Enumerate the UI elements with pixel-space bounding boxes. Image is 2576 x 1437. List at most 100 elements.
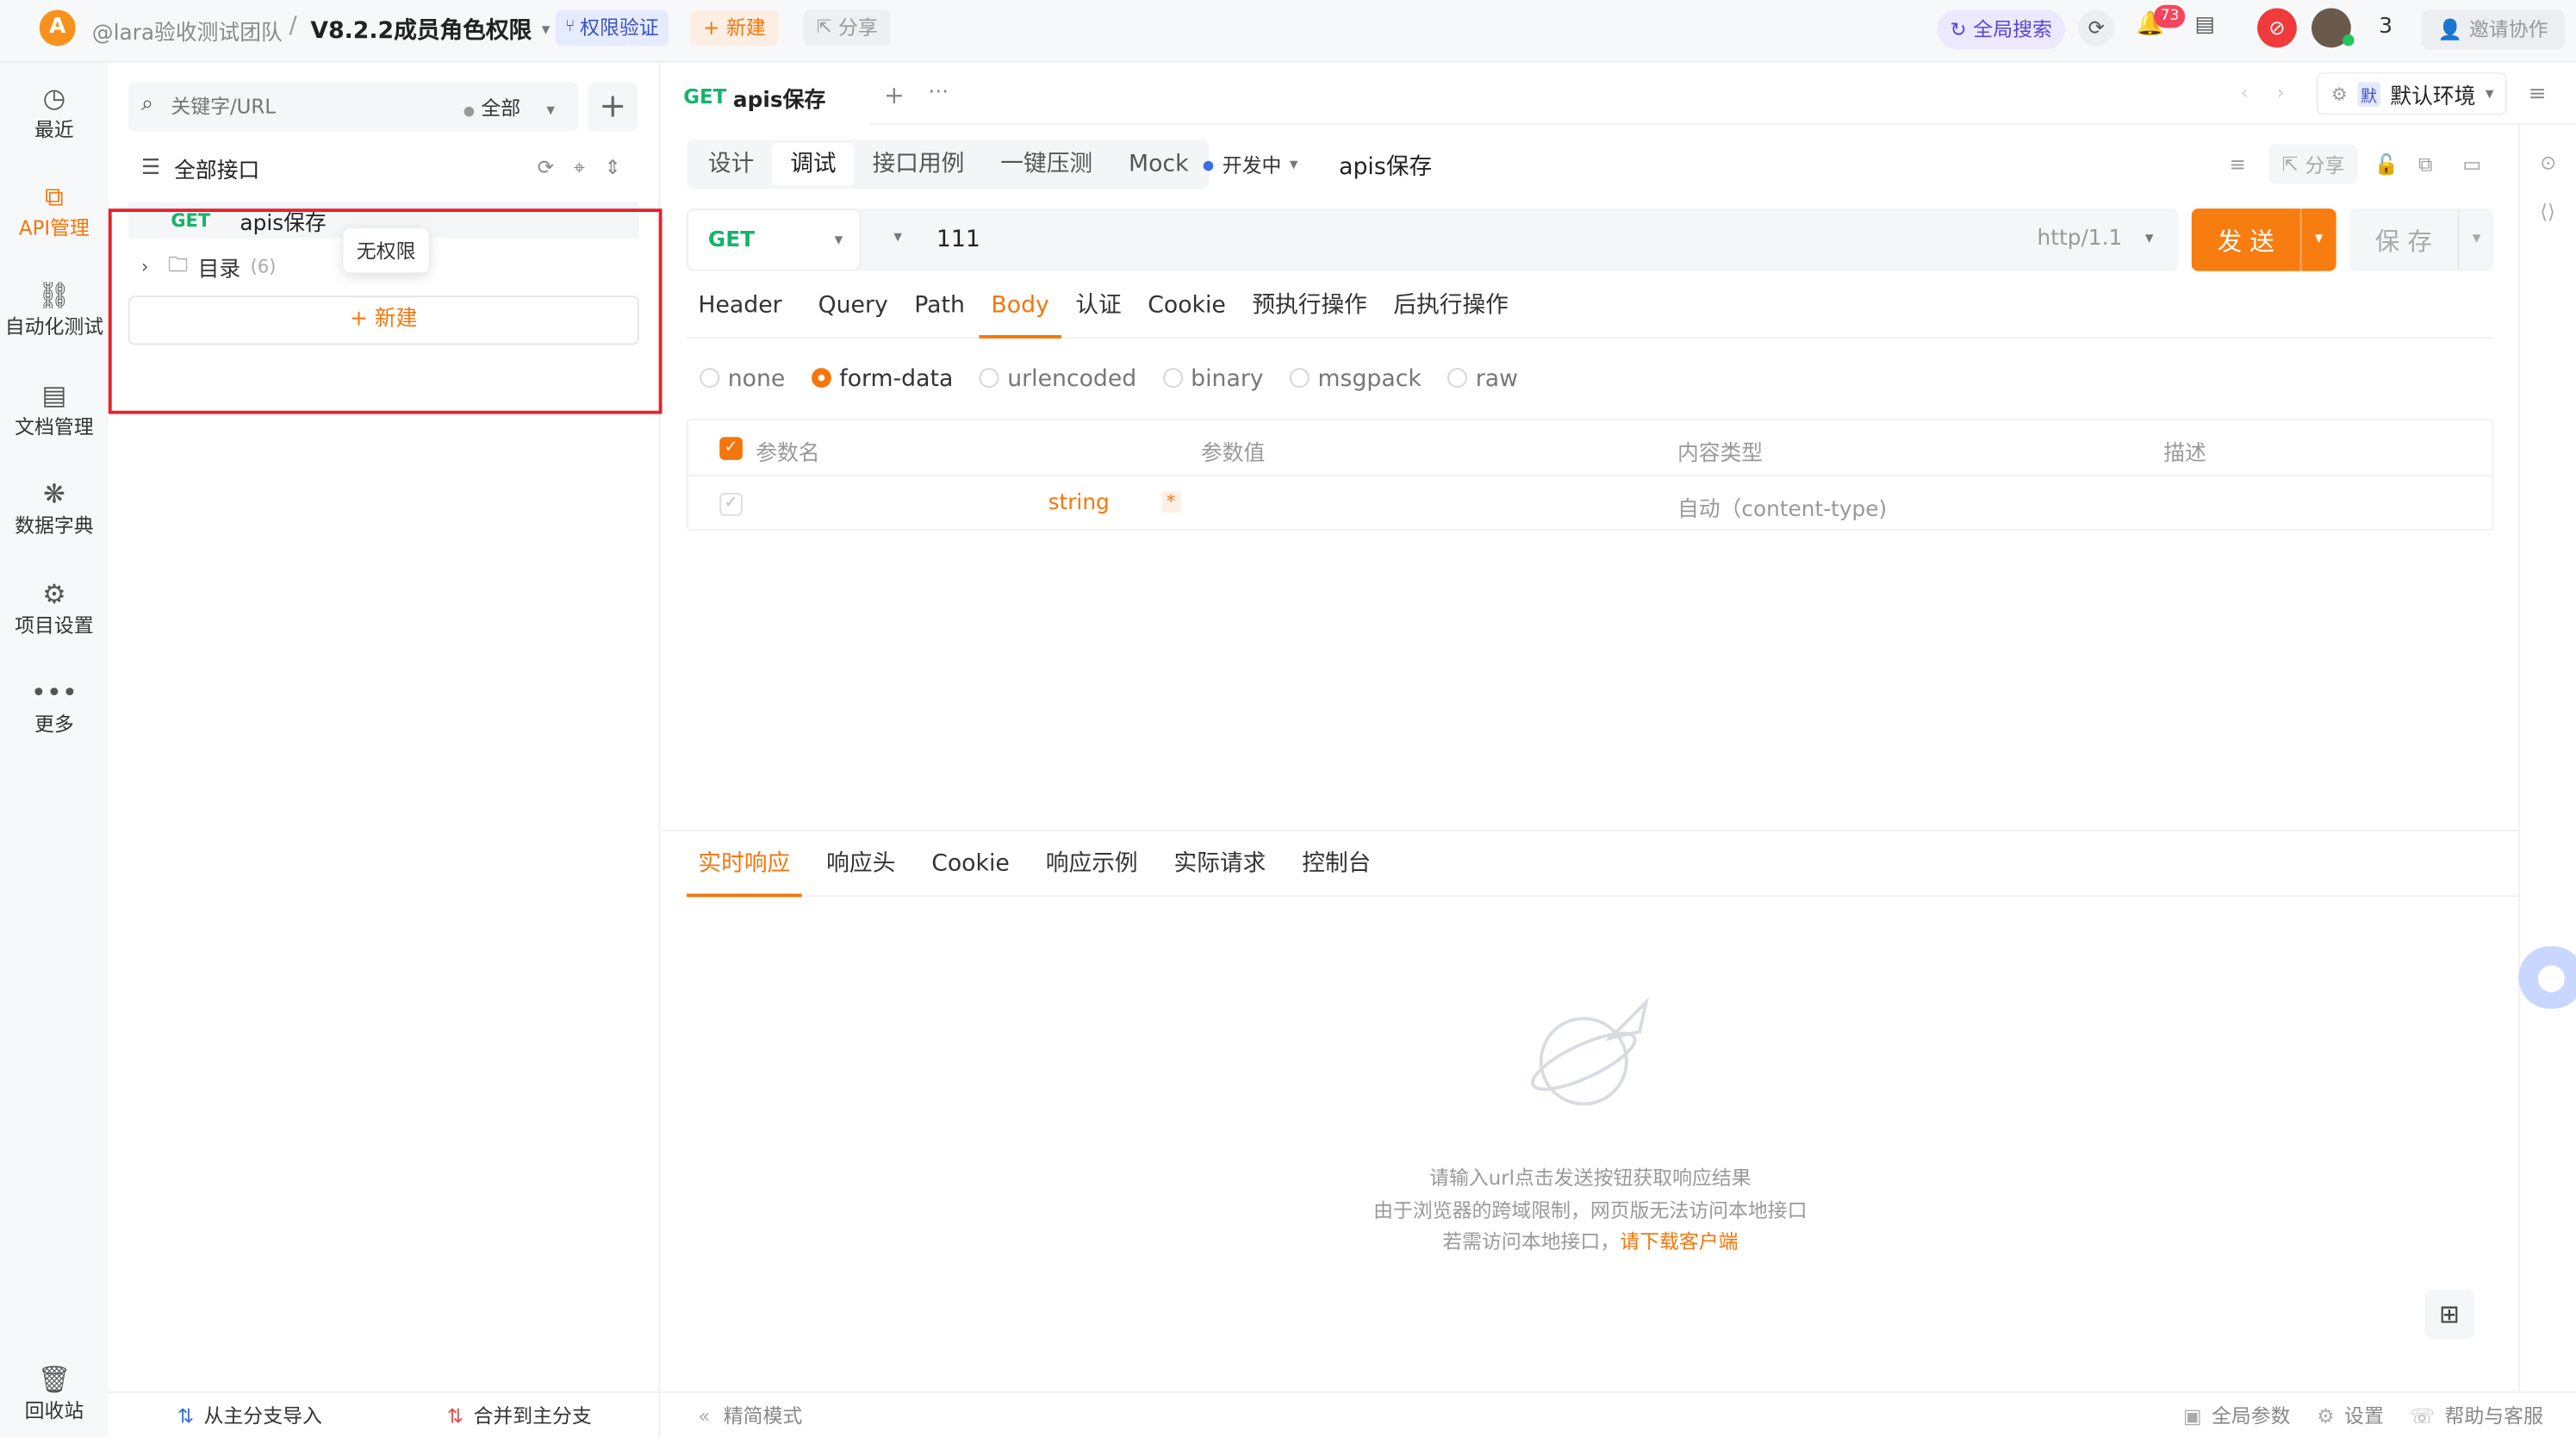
app-logo[interactable]: A — [39, 9, 76, 47]
protocol-select[interactable]: http/1.1 ▾ — [2038, 227, 2154, 252]
search-input[interactable] — [171, 95, 451, 119]
method-select[interactable]: GET ▾ — [687, 208, 862, 271]
merge-branch-button[interactable]: 合并到主分支 — [473, 1402, 591, 1429]
rail-item-more[interactable]: ••• 更多 — [0, 677, 109, 738]
archive-icon[interactable]: ▭ — [2462, 152, 2481, 176]
tab-response-cookie[interactable]: Cookie — [920, 834, 1021, 896]
panel-splitter[interactable] — [662, 829, 2519, 831]
simple-mode-button[interactable]: 精简模式 — [724, 1402, 803, 1429]
tab-apis[interactable]: GET apis保存 — [662, 72, 869, 125]
settings-button[interactable]: 设置 — [2344, 1402, 2384, 1429]
tab-realtime-response[interactable]: 实时响应 — [687, 834, 802, 897]
radio-binary[interactable]: binary — [1162, 366, 1264, 393]
tab-stress-test[interactable]: 一键压测 — [982, 143, 1111, 186]
tab-query[interactable]: Query — [806, 275, 899, 337]
url-input[interactable] — [936, 221, 1857, 258]
select-all-checkbox[interactable]: ✓ — [719, 437, 743, 460]
tab-response-headers[interactable]: 响应头 — [815, 834, 907, 896]
rail-item-settings[interactable]: ⚙ 项目设置 — [0, 578, 109, 639]
tab-more-icon[interactable]: ··· — [928, 80, 949, 105]
invite-button[interactable]: 👤 邀请协作 — [2421, 9, 2565, 50]
global-search-button[interactable]: ↻ 全局搜索 — [1937, 9, 2066, 50]
rail-item-trash[interactable]: 🗑 回收站 — [0, 1364, 109, 1425]
online-count[interactable]: 3 — [2379, 15, 2392, 40]
tab-auth[interactable]: 认证 — [1064, 275, 1133, 337]
sync-icon[interactable]: ⟳ — [2078, 9, 2115, 47]
radio-circle-icon — [811, 368, 831, 389]
rail-item-automation[interactable]: ⛓ 自动化测试 — [0, 279, 109, 340]
tab-method: GET — [683, 85, 727, 109]
locate-icon[interactable]: ⌖ — [574, 155, 585, 180]
radio-msgpack[interactable]: msgpack — [1290, 366, 1422, 393]
environment-select[interactable]: ⚙ 默 默认环境 ▾ — [2316, 72, 2507, 115]
rail-item-api[interactable]: ⧉ API管理 — [0, 181, 109, 242]
tab-next-icon[interactable]: › — [2277, 82, 2284, 103]
tab-header[interactable]: Header — [687, 275, 793, 337]
share-button[interactable]: ⇱ 分享 — [803, 9, 891, 47]
merge-icon: ⇅ — [446, 1403, 464, 1428]
permission-badge[interactable]: ⑂ 权限验证 — [555, 9, 669, 47]
menu-icon[interactable]: ≡ — [2529, 82, 2547, 107]
save-dropdown-icon[interactable]: ▾ — [2457, 208, 2494, 271]
tab-actual-request[interactable]: 实际请求 — [1162, 834, 1277, 896]
filter-select[interactable]: ● 全部 ▾ — [464, 94, 555, 121]
row-checkbox[interactable]: ✓ — [719, 493, 743, 516]
tab-pre-script[interactable]: 预执行操作 — [1241, 275, 1378, 337]
download-client-link[interactable]: 请下载客户端 — [1620, 1230, 1738, 1253]
code-icon[interactable]: ⟨⟩ — [2540, 201, 2555, 224]
check-circle-icon[interactable]: ⊙ — [2540, 151, 2556, 174]
radio-label: urlencoded — [1007, 366, 1137, 393]
add-tab-icon[interactable]: + — [884, 80, 905, 109]
tab-test-cases[interactable]: 接口用例 — [855, 143, 983, 186]
format-icon[interactable]: ≡ — [2230, 152, 2246, 176]
project-switcher[interactable]: V8.2.2成员角色权限 ▾ — [310, 13, 550, 46]
rail-item-recent[interactable]: ◷ 最近 — [0, 82, 109, 143]
api-share-button[interactable]: ⇱ 分享 — [2268, 144, 2358, 184]
tab-post-script[interactable]: 后执行操作 — [1382, 275, 1520, 337]
search-refresh-icon: ↻ — [1950, 17, 1967, 41]
import-branch-button[interactable]: 从主分支导入 — [204, 1402, 322, 1429]
radio-form-data[interactable]: form-data — [811, 366, 953, 393]
expand-collapse-icon[interactable]: ⇕ — [605, 156, 621, 179]
tree-search[interactable]: ⌕ ● 全部 ▾ — [128, 82, 579, 132]
lock-icon[interactable]: 🔓 — [2374, 152, 2399, 176]
save-button[interactable]: 保 存 ▾ — [2349, 208, 2494, 271]
message-icon[interactable]: ▤ — [2195, 13, 2215, 38]
required-marker[interactable]: * — [1161, 491, 1181, 513]
all-interfaces-row[interactable]: ☰ 全部接口 ⟳ ⌖ ⇕ — [141, 151, 634, 184]
tab-mock[interactable]: Mock — [1111, 143, 1206, 186]
base-url-chevron-icon[interactable]: ▾ — [893, 228, 902, 246]
team-name[interactable]: @lara验收测试团队 — [92, 15, 283, 47]
tab-title: apis保存 — [732, 88, 826, 113]
radio-urlencoded[interactable]: urlencoded — [979, 366, 1137, 393]
doc-icon: ▤ — [41, 379, 67, 411]
tab-debug[interactable]: 调试 — [772, 142, 855, 186]
offline-status-icon[interactable]: ⊘ — [2257, 8, 2297, 48]
tab-response-example[interactable]: 响应示例 — [1034, 834, 1148, 896]
content-type-value[interactable]: 自动（content-type) — [1677, 491, 1887, 523]
tab-prev-icon[interactable]: ‹ — [2241, 82, 2248, 103]
radio-label: msgpack — [1317, 366, 1422, 393]
layout-toggle-icon[interactable]: ⊞ — [2424, 1289, 2474, 1340]
assistant-float-icon[interactable]: ⬤ — [2518, 946, 2576, 1009]
global-params-button[interactable]: 全局参数 — [2212, 1402, 2291, 1429]
copy-icon[interactable]: ⧉ — [2418, 152, 2432, 177]
tab-design[interactable]: 设计 — [690, 143, 772, 186]
add-api-button[interactable]: + — [588, 82, 638, 132]
tab-cookie[interactable]: Cookie — [1136, 275, 1237, 337]
new-button[interactable]: + 新建 — [689, 9, 780, 47]
rail-item-dictionary[interactable]: ❋ 数据字典 — [0, 478, 109, 539]
api-name[interactable]: apis保存 — [1339, 150, 1432, 183]
rail-item-docs[interactable]: ▤ 文档管理 — [0, 379, 109, 440]
help-button[interactable]: 帮助与客服 — [2444, 1402, 2542, 1429]
radio-raw[interactable]: raw — [1447, 366, 1518, 393]
param-type[interactable]: string — [1048, 491, 1110, 516]
status-select[interactable]: ● 开发中 ▾ — [1203, 151, 1298, 178]
radio-none[interactable]: none — [700, 366, 785, 393]
refresh-icon[interactable]: ⟳ — [538, 156, 554, 179]
send-button[interactable]: 发 送 ▾ — [2191, 208, 2336, 271]
tab-path[interactable]: Path — [903, 275, 976, 337]
tab-body[interactable]: Body — [980, 275, 1061, 338]
send-dropdown-icon[interactable]: ▾ — [2299, 208, 2336, 271]
tab-console[interactable]: 控制台 — [1291, 834, 1383, 896]
